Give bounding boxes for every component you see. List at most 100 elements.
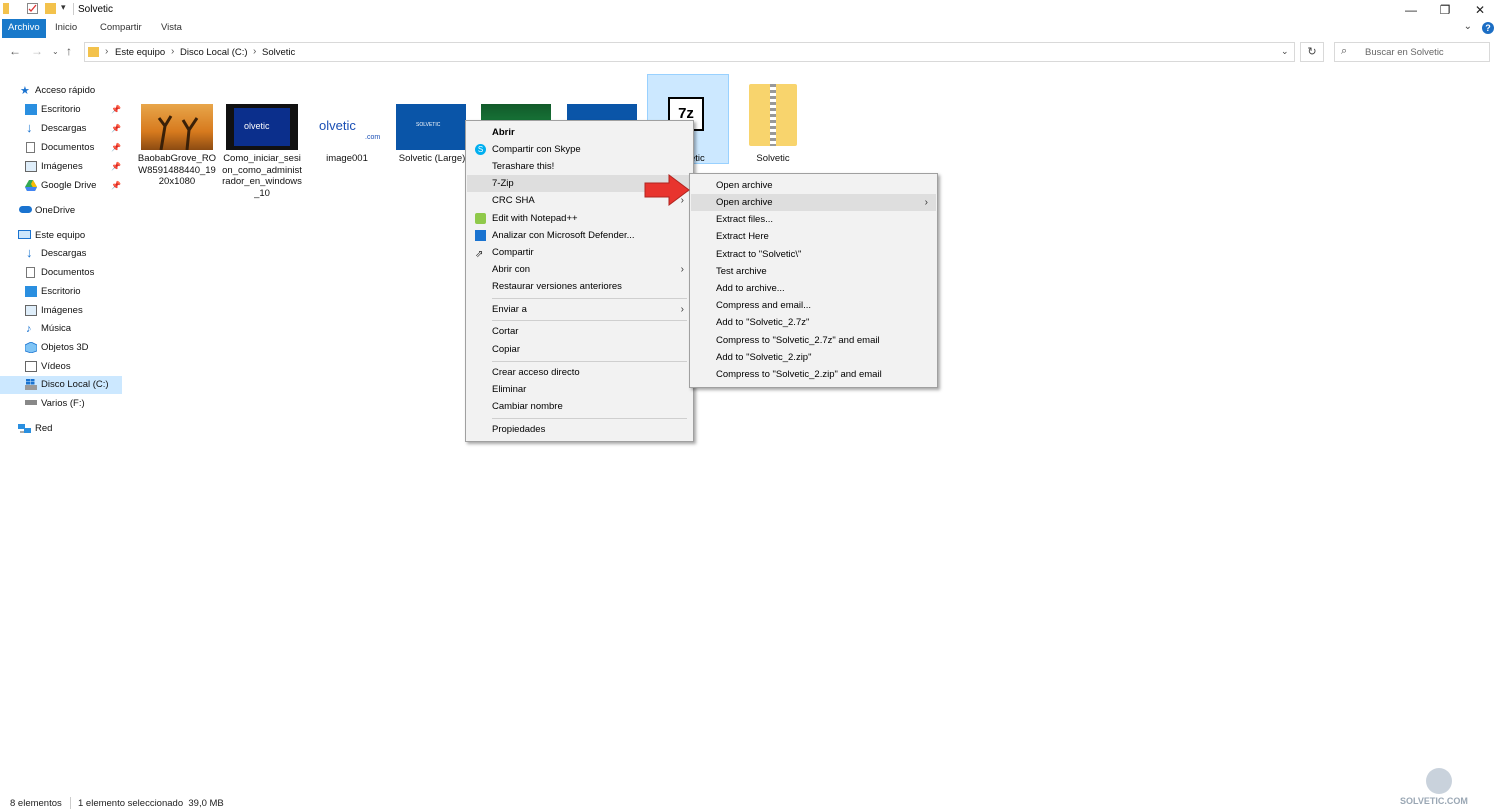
- menu-separator: [492, 298, 687, 299]
- submenu-compress-zip-email[interactable]: Compress to "Solvetic_2.zip" and email: [691, 366, 936, 383]
- restore-button[interactable]: ❐: [1429, 0, 1461, 19]
- up-arrow-icon[interactable]: ↑: [66, 44, 72, 58]
- expand-ribbon-icon[interactable]: ⌄: [1464, 21, 1472, 32]
- menu-label: Extract to "Solvetic\": [716, 249, 802, 260]
- nav-label: Varios (F:): [41, 398, 85, 409]
- submenu-extract-to[interactable]: Extract to "Solvetic\": [691, 246, 936, 263]
- tab-compartir[interactable]: Compartir: [94, 19, 148, 38]
- nav-label: Descargas: [41, 123, 87, 134]
- file-thumbnail-image001[interactable]: olvetic .com: [311, 104, 383, 150]
- submenu-compress-7z-email[interactable]: Compress to "Solvetic_2.7z" and email: [691, 332, 936, 349]
- menu-item-cambiar-nombre[interactable]: Cambiar nombre: [467, 398, 692, 415]
- tab-inicio[interactable]: Inicio: [49, 19, 83, 38]
- menu-item-skype[interactable]: S Compartir con Skype: [467, 141, 692, 158]
- breadcrumb-separator-icon[interactable]: ›: [171, 46, 174, 57]
- breadcrumb-disco-local[interactable]: Disco Local (C:): [180, 47, 248, 58]
- breadcrumb-este-equipo[interactable]: Este equipo: [115, 47, 165, 58]
- pin-icon[interactable]: 📌: [111, 101, 121, 119]
- music-note-icon: ♪: [26, 323, 32, 335]
- menu-item-restaurar[interactable]: Restaurar versiones anteriores: [467, 278, 692, 295]
- forward-arrow-icon[interactable]: →: [31, 44, 43, 58]
- menu-label: Restaurar versiones anteriores: [492, 281, 622, 292]
- file-thumbnail-baobab[interactable]: [141, 104, 213, 150]
- menu-item-abrir-con[interactable]: Abrir con ›: [467, 261, 692, 278]
- watermark-text: SOLVETIC.COM: [1400, 796, 1468, 806]
- address-bar[interactable]: › Este equipo › Disco Local (C:) › Solve…: [84, 42, 1295, 62]
- pin-icon[interactable]: 📌: [111, 120, 121, 138]
- windows-drive-icon: [25, 379, 37, 390]
- menu-item-compartir[interactable]: ⇗ Compartir: [467, 244, 692, 261]
- breadcrumb-separator-icon[interactable]: ›: [105, 46, 108, 57]
- pin-icon[interactable]: 📌: [111, 177, 121, 195]
- menu-item-copiar[interactable]: Copiar: [467, 341, 692, 358]
- status-bar: 8 elementos 1 elemento seleccionado 39,0…: [0, 796, 1500, 811]
- menu-item-defender[interactable]: Analizar con Microsoft Defender...: [467, 227, 692, 244]
- search-input[interactable]: ⌕ Buscar en Solvetic: [1334, 42, 1490, 62]
- submenu-add-7z[interactable]: Add to "Solvetic_2.7z": [691, 314, 936, 331]
- minimize-button[interactable]: —: [1395, 0, 1427, 19]
- menu-item-cortar[interactable]: Cortar: [467, 323, 692, 340]
- folder-icon: [88, 47, 99, 57]
- file-thumbnail-video[interactable]: olvetic: [226, 104, 298, 150]
- cloud-icon: [19, 206, 32, 213]
- file-name-baobab[interactable]: BaobabGrove_ROW8591488440_1920x1080: [137, 153, 217, 188]
- submenu-add-to-archive[interactable]: Add to archive...: [691, 280, 936, 297]
- menu-label: Propiedades: [492, 424, 546, 435]
- file-thumbnail-solvetic-large[interactable]: SOLVETIC: [396, 104, 466, 150]
- nav-label: Google Drive: [41, 180, 97, 191]
- menu-item-eliminar[interactable]: Eliminar: [467, 381, 692, 398]
- breadcrumb-solvetic[interactable]: Solvetic: [262, 47, 295, 58]
- logo-text: olvetic: [319, 118, 356, 133]
- address-dropdown-icon[interactable]: ⌄: [1281, 46, 1289, 57]
- logo-text: SOLVETIC: [416, 122, 441, 128]
- properties-icon[interactable]: [27, 3, 38, 14]
- nav-label: Objetos 3D: [41, 342, 89, 353]
- menu-label: Compartir: [492, 247, 534, 258]
- menu-label: Cambiar nombre: [492, 401, 563, 412]
- nav-label: Este equipo: [35, 230, 86, 241]
- zip-folder-icon[interactable]: [749, 80, 797, 146]
- file-name-image001[interactable]: image001: [307, 153, 387, 165]
- notepad-plus-icon: [475, 213, 486, 224]
- nav-label: Disco Local (C:): [41, 379, 109, 390]
- customize-quick-access-icon[interactable]: ▾: [61, 2, 66, 13]
- submenu-compress-email[interactable]: Compress and email...: [691, 297, 936, 314]
- recent-locations-icon[interactable]: ⌄: [52, 47, 59, 56]
- file-name-solvetic-zip[interactable]: Solvetic: [733, 153, 813, 165]
- menu-separator: [492, 320, 687, 321]
- tab-archivo[interactable]: Archivo: [2, 19, 46, 38]
- menu-item-enviar-a[interactable]: Enviar a ›: [467, 301, 692, 318]
- menu-item-notepad[interactable]: Edit with Notepad++: [467, 210, 692, 227]
- new-folder-icon[interactable]: [45, 3, 56, 14]
- menu-separator: [492, 418, 687, 419]
- menu-label: Open archive: [716, 180, 773, 191]
- menu-item-abrir[interactable]: Abrir: [467, 124, 692, 141]
- file-name-solvetic-large[interactable]: Solvetic (Large): [392, 153, 472, 165]
- pin-icon[interactable]: 📌: [111, 158, 121, 176]
- close-button[interactable]: ✕: [1464, 0, 1496, 19]
- menu-item-propiedades[interactable]: Propiedades: [467, 421, 692, 438]
- nav-label: OneDrive: [35, 205, 76, 216]
- chevron-right-icon: ›: [924, 197, 928, 208]
- help-icon[interactable]: ?: [1482, 22, 1494, 34]
- context-menu: Abrir S Compartir con Skype Terashare th…: [465, 120, 694, 442]
- selection-info: 1 elemento seleccionado 39,0 MB: [78, 798, 224, 809]
- computer-icon: [18, 230, 31, 239]
- tab-vista[interactable]: Vista: [155, 19, 188, 38]
- submenu-extract-here[interactable]: Extract Here: [691, 228, 936, 245]
- submenu-add-zip[interactable]: Add to "Solvetic_2.zip": [691, 349, 936, 366]
- submenu-open-archive-with[interactable]: Open archive ›: [691, 194, 936, 211]
- submenu-test-archive[interactable]: Test archive: [691, 263, 936, 280]
- pin-icon[interactable]: 📌: [111, 139, 121, 157]
- file-name-video[interactable]: Como_iniciar_sesion_como_administrador_e…: [222, 153, 302, 199]
- submenu-open-archive[interactable]: Open archive: [691, 177, 936, 194]
- menu-item-acceso-directo[interactable]: Crear acceso directo: [467, 364, 692, 381]
- submenu-extract-files[interactable]: Extract files...: [691, 211, 936, 228]
- search-icon: ⌕: [1341, 45, 1348, 57]
- breadcrumb-separator-icon[interactable]: ›: [253, 46, 256, 57]
- menu-label: Add to "Solvetic_2.zip": [716, 352, 812, 363]
- refresh-icon[interactable]: ↻: [1300, 42, 1324, 62]
- menu-label: Edit with Notepad++: [492, 213, 578, 224]
- document-icon: [26, 267, 35, 278]
- back-arrow-icon[interactable]: ←: [9, 44, 21, 58]
